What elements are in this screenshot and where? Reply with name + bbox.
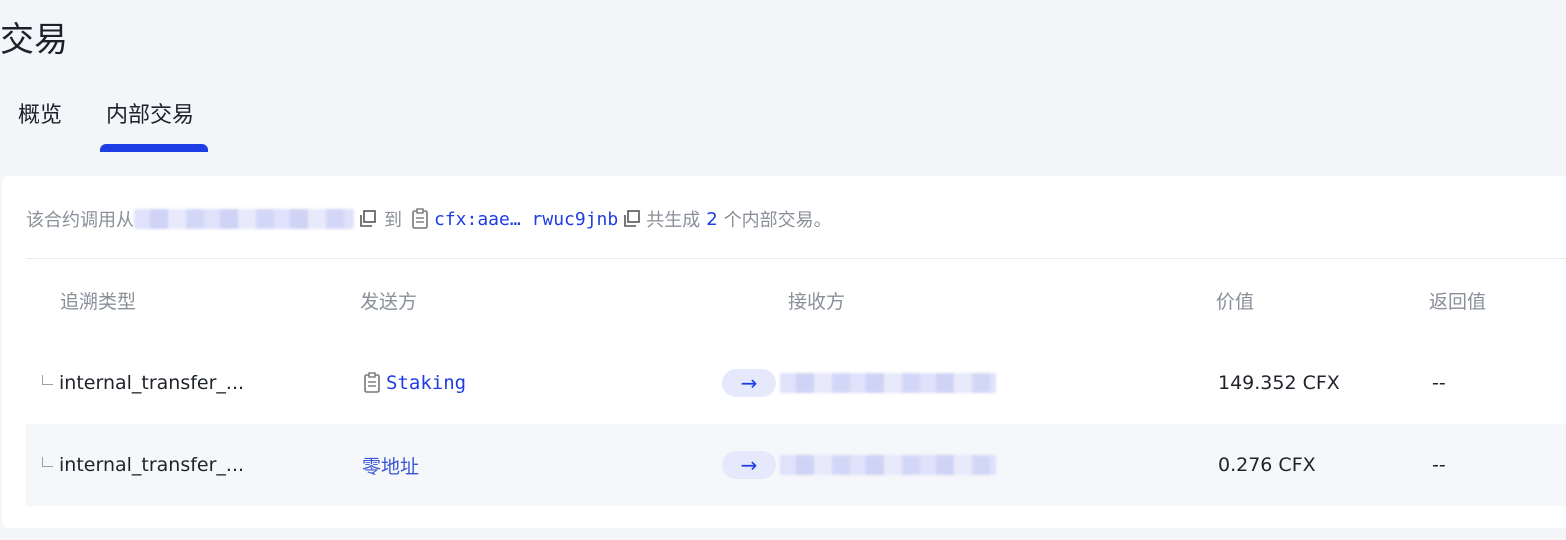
- column-header-from: 发送方: [360, 291, 418, 313]
- trace-type: internal_transfer_...: [59, 454, 245, 476]
- tree-branch-icon: [42, 375, 53, 385]
- arrow-right-icon: →: [722, 369, 776, 397]
- page-title: 交易: [0, 20, 68, 60]
- from-cell: Staking: [362, 342, 466, 424]
- column-header-to: 接收方: [788, 291, 846, 313]
- from-address-link[interactable]: 零地址: [362, 452, 419, 479]
- direction-cell: →: [722, 424, 776, 506]
- active-tab-indicator: [100, 144, 208, 152]
- redacted-to-address[interactable]: [780, 455, 996, 475]
- divider: [26, 258, 1566, 259]
- trace-type-cell: internal_transfer_...: [42, 424, 244, 506]
- from-cell: 零地址: [362, 424, 419, 506]
- transaction-count: 2: [706, 208, 718, 230]
- summary-generated-prefix: 共生成: [646, 210, 701, 231]
- redacted-from-address[interactable]: [134, 209, 354, 229]
- contract-icon: [362, 372, 382, 394]
- value-cell: 0.276 CFX: [1218, 454, 1316, 476]
- column-header-return-value: 返回值: [1429, 291, 1487, 313]
- summary-generated-suffix: 个内部交易。: [723, 210, 832, 231]
- table-row: internal_transfer_... Staking → 149.352 …: [26, 342, 1566, 424]
- column-header-value: 价值: [1216, 291, 1255, 313]
- internal-transactions-card: 该合约调用从 到 cfx:aae… rwuc9jnb 共生成 2 个内部交易。 …: [2, 176, 1566, 528]
- from-address-link[interactable]: Staking: [386, 372, 466, 394]
- to-cell: [780, 342, 996, 424]
- redacted-to-address[interactable]: [780, 373, 996, 393]
- copy-icon[interactable]: [622, 209, 642, 229]
- copy-icon[interactable]: [358, 209, 378, 229]
- value-cell: 149.352 CFX: [1218, 372, 1340, 394]
- trace-type: internal_transfer_...: [59, 372, 245, 394]
- summary-prefix: 该合约调用从: [26, 210, 134, 231]
- contract-icon: [410, 208, 430, 230]
- arrow-right-icon: →: [722, 451, 776, 479]
- tab-internal-transactions[interactable]: 内部交易: [106, 96, 194, 136]
- contract-address-link[interactable]: cfx:aae… rwuc9jnb: [434, 209, 618, 230]
- tab-overview[interactable]: 概览: [18, 96, 62, 136]
- return-value-cell: --: [1432, 454, 1446, 476]
- return-value-cell: --: [1432, 372, 1446, 394]
- direction-cell: →: [722, 342, 776, 424]
- table-row: internal_transfer_... 零地址 → 0.276 CFX --: [26, 424, 1566, 506]
- to-cell: [780, 424, 996, 506]
- trace-type-cell: internal_transfer_...: [42, 342, 244, 424]
- summary-line: 该合约调用从 到 cfx:aae… rwuc9jnb 共生成 2 个内部交易。: [26, 204, 832, 234]
- tree-branch-icon: [42, 457, 53, 467]
- column-header-trace-type: 追溯类型: [60, 291, 137, 313]
- summary-to-word: 到: [384, 210, 402, 231]
